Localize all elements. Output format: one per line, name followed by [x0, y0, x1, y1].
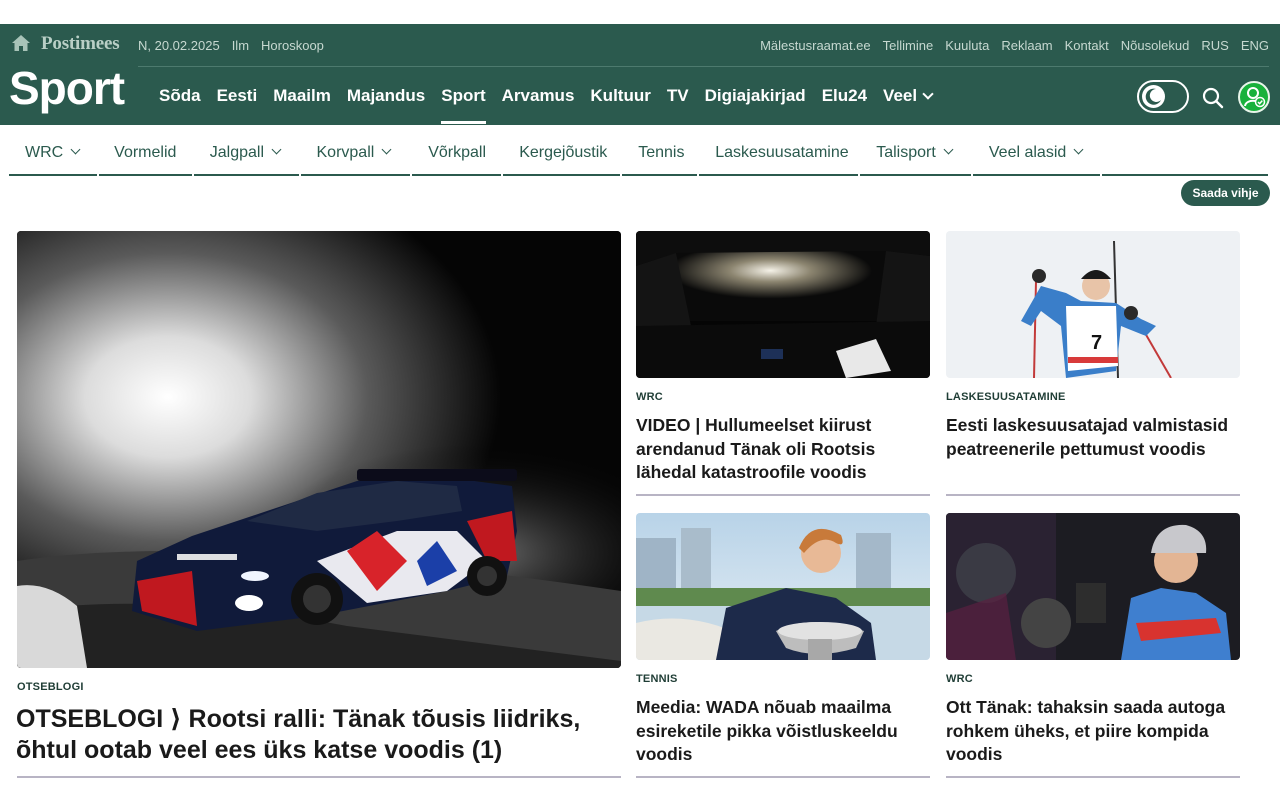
subnav-label: Võrkpall [428, 143, 487, 161]
nav-majandus[interactable]: Majandus [347, 86, 425, 106]
send-tip-button[interactable]: Saada vihje [1181, 180, 1270, 206]
chevron-down-icon [70, 144, 81, 155]
article-image-in-car[interactable] [636, 231, 930, 378]
article-divider [17, 776, 621, 778]
nav-digiajakirjad[interactable]: Digiajakirjad [705, 86, 806, 106]
subnav-vorkpall[interactable]: Võrkpall [412, 131, 502, 176]
nav-maailm[interactable]: Maailm [273, 86, 331, 106]
bib-number-graphic: 7 [1091, 332, 1102, 354]
subnav-talisport[interactable]: Talisport [860, 131, 971, 176]
utility-link-malestusraamat[interactable]: Mälestusraamat.ee [760, 38, 871, 53]
header-divider [138, 66, 1269, 67]
horoscope-link[interactable]: Horoskoop [261, 38, 324, 53]
article-image-tennis-player[interactable] [636, 513, 930, 660]
nav-elu24[interactable]: Elu24 [822, 86, 867, 106]
subnav-spacer [1101, 131, 1268, 176]
subnav-korvpall[interactable]: Korvpall [300, 131, 411, 176]
article-image-biathlete[interactable]: 7 [946, 231, 1240, 378]
subnav-label: Veel alasid [988, 143, 1067, 161]
utility-link-tellimine[interactable]: Tellimine [883, 38, 934, 53]
subnav-label: Vormelid [114, 143, 177, 161]
home-icon[interactable] [11, 34, 31, 52]
chevron-down-icon [943, 144, 954, 155]
subnav-label: Tennis [638, 143, 685, 161]
dark-mode-toggle[interactable] [1137, 80, 1189, 113]
nav-soda[interactable]: Sõda [159, 86, 201, 106]
article-title[interactable]: Meedia: WADA nõuab maailma esireketile p… [636, 696, 930, 767]
subnav-kergejoustik[interactable]: Kergejõustik [503, 131, 621, 176]
subnav-label: Laskesuusatamine [715, 143, 849, 161]
article-title-main[interactable]: OTSEBLOGI ⟩ Rootsi ralli: Tänak tõusis l… [16, 704, 616, 766]
chevron-down-icon [922, 88, 934, 100]
subnav-veel-alasid[interactable]: Veel alasid [972, 131, 1100, 176]
moon-icon [1145, 88, 1161, 105]
section-title[interactable]: Sport [9, 61, 125, 115]
top-margin [0, 0, 1280, 24]
sport-subnav: WRC Vormelid Jalgpall Korvpall Võrkpall … [9, 131, 1270, 176]
subnav-laskesuusatamine[interactable]: Laskesuusatamine [699, 131, 859, 176]
article-category[interactable]: WRC [636, 391, 663, 403]
subnav-wrc[interactable]: WRC [9, 131, 97, 176]
nav-veel-label: Veel [883, 86, 918, 105]
article-category[interactable]: WRC [946, 673, 973, 685]
subnav-tennis[interactable]: Tennis [622, 131, 698, 176]
subnav-label: Korvpall [316, 143, 375, 161]
subnav-label: Jalgpall [209, 143, 265, 161]
nav-kultuur[interactable]: Kultuur [590, 86, 650, 106]
language-rus[interactable]: RUS [1201, 38, 1228, 53]
article-image-rally-car[interactable] [17, 231, 621, 668]
language-eng[interactable]: ENG [1241, 38, 1269, 53]
article-category[interactable]: OTSEBLOGI [17, 681, 84, 693]
chevron-down-icon [381, 144, 392, 155]
article-divider [946, 494, 1240, 496]
article-divider [636, 494, 930, 496]
article-title[interactable]: Eesti laskesuusatajad valmistasid peatre… [946, 414, 1240, 461]
chevron-down-icon [1073, 144, 1084, 155]
subnav-label: WRC [25, 143, 64, 161]
subnav-jalgpall[interactable]: Jalgpall [193, 131, 299, 176]
utility-bar: Postimees N, 20.02.2025 Ilm Horoskoop Mä… [0, 24, 1280, 66]
nav-sport[interactable]: Sport [441, 86, 487, 124]
article-title[interactable]: VIDEO | Hullumeelset kiirust arendanud T… [636, 414, 930, 485]
article-divider [946, 776, 1240, 778]
subnav-vormelid[interactable]: Vormelid [98, 131, 192, 176]
nav-veel[interactable]: Veel [883, 86, 934, 106]
article-category[interactable]: LASKESUUSATAMINE [946, 391, 1066, 403]
current-date: N, 20.02.2025 [138, 38, 220, 53]
utility-link-kuuluta[interactable]: Kuuluta [945, 38, 989, 53]
article-divider [636, 776, 930, 778]
article-title[interactable]: Ott Tänak: tahaksin saada autoga rohkem … [946, 696, 1240, 767]
subnav-label: Kergejõustik [519, 143, 608, 161]
article-image-driver[interactable] [946, 513, 1240, 660]
chevron-down-icon [271, 144, 282, 155]
nav-eesti[interactable]: Eesti [217, 86, 258, 106]
user-account-icon[interactable] [1238, 81, 1270, 113]
site-header: Postimees N, 20.02.2025 Ilm Horoskoop Mä… [0, 24, 1280, 125]
article-category[interactable]: TENNIS [636, 673, 678, 685]
utility-link-nousolekud[interactable]: Nõusolekud [1121, 38, 1190, 53]
weather-link[interactable]: Ilm [232, 38, 249, 53]
utility-left: N, 20.02.2025 Ilm Horoskoop [138, 38, 324, 53]
utility-link-reklaam[interactable]: Reklaam [1001, 38, 1052, 53]
utility-links: Mälestusraamat.ee Tellimine Kuuluta Rekl… [760, 38, 1269, 53]
nav-tv[interactable]: TV [667, 86, 689, 106]
subnav-label: Talisport [876, 143, 936, 161]
nav-arvamus[interactable]: Arvamus [502, 86, 575, 106]
search-icon[interactable] [1201, 86, 1225, 110]
main-nav: Sõda Eesti Maailm Majandus Sport Arvamus… [159, 86, 948, 124]
utility-link-kontakt[interactable]: Kontakt [1065, 38, 1109, 53]
brand-logo[interactable]: Postimees [41, 33, 120, 55]
